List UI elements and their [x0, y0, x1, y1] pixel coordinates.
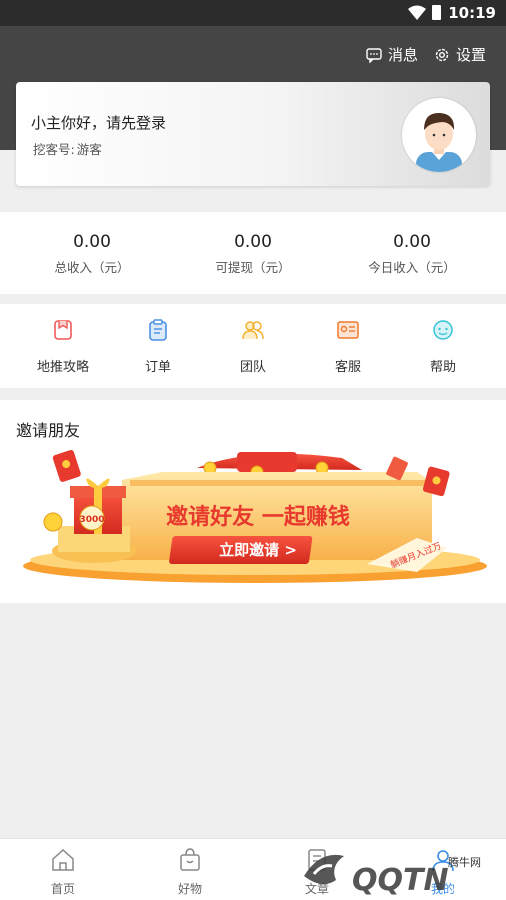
user-id-value: 游客: [76, 142, 102, 157]
status-bar: 10:19: [0, 0, 506, 26]
menu-item-help[interactable]: 帮助: [393, 318, 493, 375]
settings-button[interactable]: 设置: [434, 44, 486, 65]
order-icon: [149, 319, 167, 341]
user-id-row: 挖客号: 游客: [31, 139, 102, 158]
login-prompt[interactable]: 小主你好，请先登录: [31, 112, 166, 133]
menu-label: 订单: [144, 360, 171, 375]
svg-text:QQTN: QQTN: [352, 863, 449, 898]
stat-today-income[interactable]: 0.00 今日收入（元）: [327, 232, 497, 276]
avatar[interactable]: [402, 98, 476, 172]
menu-label: 帮助: [429, 360, 456, 375]
stat-withdrawable[interactable]: 0.00 可提现（元）: [168, 232, 338, 276]
home-icon: [52, 848, 74, 871]
service-icon: [337, 321, 359, 339]
stat-value: 0.00: [73, 232, 111, 252]
avatar-icon: [416, 112, 462, 172]
stat-value: 0.00: [393, 232, 431, 252]
watermark-text: 腾牛网: [448, 856, 481, 869]
menu-label: 团队: [239, 360, 266, 375]
gear-icon: [435, 48, 449, 61]
badge-text: 3000: [79, 515, 104, 525]
tab-goods[interactable]: 好物: [140, 847, 240, 897]
banner-headline: 邀请好友 一起赚钱: [166, 504, 350, 530]
stat-label: 总收入（元）: [54, 260, 130, 275]
shopping-bag-icon: [180, 848, 200, 871]
menu-item-team[interactable]: 团队: [203, 318, 303, 375]
strategy-icon: [54, 320, 72, 340]
menu-item-service[interactable]: 客服: [298, 318, 398, 375]
invite-section: 邀请朋友 3000 邀请好友 一起赚钱 立即邀请 > 躺赚月入过万: [0, 400, 506, 603]
site-watermark: QQTN 腾牛网: [300, 846, 506, 900]
stat-label: 今日收入（元）: [368, 260, 456, 275]
section-title: 邀请朋友: [16, 421, 81, 440]
invite-banner[interactable]: 3000 邀请好友 一起赚钱 立即邀请 > 躺赚月入过万: [22, 448, 488, 588]
chat-icon: [366, 47, 382, 63]
clock: 10:19: [448, 4, 496, 22]
help-icon: [433, 320, 453, 340]
stat-total-income[interactable]: 0.00 总收入（元）: [7, 232, 177, 276]
invite-now-button[interactable]: 立即邀请 >: [219, 541, 297, 559]
battery-icon: [432, 5, 441, 20]
tab-label: 好物: [177, 882, 202, 896]
stat-label: 可提现（元）: [215, 260, 291, 275]
menu-label: 地推攻略: [36, 360, 89, 375]
feature-menu: 地推攻略 订单 团队 客服 帮助: [0, 304, 506, 388]
menu-label: 客服: [334, 360, 361, 375]
messages-label: 消息: [388, 46, 419, 64]
team-icon: [242, 321, 264, 340]
wifi-icon: [408, 5, 426, 20]
messages-button[interactable]: 消息: [366, 44, 418, 65]
stat-value: 0.00: [234, 232, 272, 252]
user-card[interactable]: 小主你好，请先登录 挖客号: 游客: [16, 82, 490, 186]
settings-label: 设置: [456, 46, 487, 64]
tab-label: 首页: [50, 882, 75, 896]
earnings-stats: 0.00 总收入（元） 0.00 可提现（元） 0.00 今日收入（元）: [0, 212, 506, 294]
menu-item-orders[interactable]: 订单: [108, 318, 208, 375]
tab-home[interactable]: 首页: [13, 847, 113, 897]
user-id-label: 挖客号:: [33, 142, 75, 157]
menu-item-strategy[interactable]: 地推攻略: [13, 318, 113, 375]
